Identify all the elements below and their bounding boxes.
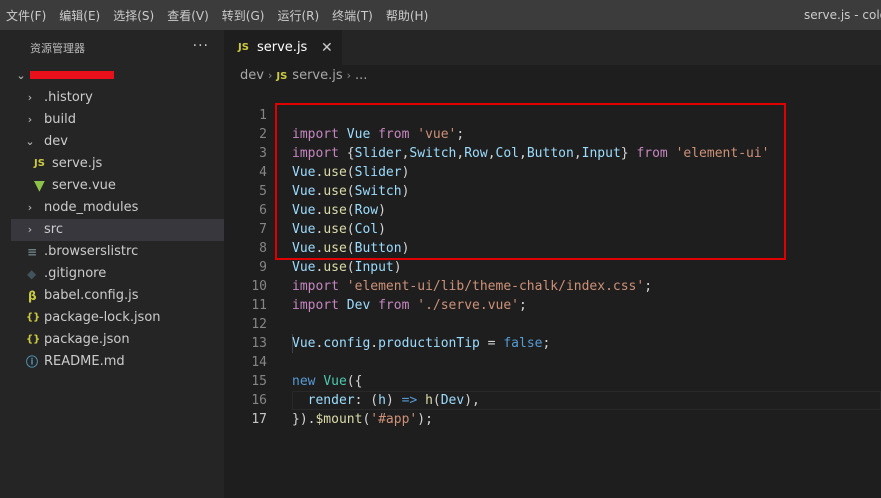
code-line: 17 [224, 391, 881, 427]
tree-item-label: serve.vue [52, 178, 116, 193]
annotation-highlight-box [275, 103, 786, 260]
chevron-right-icon: › [346, 69, 352, 82]
explorer-header: 资源管理器 ··· [11, 30, 224, 65]
tree-item-browserslistrc[interactable]: ≡ .browserslistrc [11, 241, 224, 263]
menu-help[interactable]: 帮助(H) [381, 7, 436, 24]
menu-bar: 文件(F) 编辑(E) 选择(S) 查看(V) 转到(G) 运行(R) 终端(T… [0, 0, 881, 30]
tree-item-label: dev [44, 134, 68, 149]
code-line: 14 new Vue({ [224, 334, 881, 389]
breadcrumb-file[interactable]: serve.js [292, 68, 342, 83]
code-line: 16 }).$mount('#app'); [224, 372, 881, 427]
chevron-right-icon: › [27, 91, 33, 104]
menu-go[interactable]: 转到(G) [217, 7, 273, 24]
tree-item-label: package-lock.json [44, 310, 161, 325]
tree-item-readme[interactable]: ⓘ README.md [11, 351, 224, 373]
code-line: 11 [224, 277, 881, 313]
tree-item-package-lock[interactable]: {} package-lock.json [11, 307, 224, 329]
json-file-icon: {} [26, 334, 41, 345]
menu-run[interactable]: 运行(R) [272, 7, 327, 24]
javascript-file-icon: JS [276, 71, 288, 82]
javascript-file-icon: JS [34, 158, 45, 169]
explorer-sidebar: 资源管理器 ··· ⌄ › .history › build ⌄ dev JS … [0, 30, 224, 498]
code-line: 10 import Dev from './serve.vue'; [224, 258, 881, 313]
code-line: 13 [224, 315, 881, 351]
code-line: 12 Vue.config.productionTip = false; [224, 296, 881, 351]
tree-item-label: babel.config.js [44, 288, 139, 303]
tree-item-src[interactable]: › src [11, 219, 224, 241]
chevron-right-icon: › [27, 201, 33, 214]
more-actions-icon[interactable]: ··· [193, 38, 209, 54]
chevron-right-icon: › [27, 223, 33, 236]
file-tree: ⌄ › .history › build ⌄ dev JS serve.js ▼… [11, 65, 224, 373]
explorer-title: 资源管理器 [30, 41, 85, 55]
menu-file[interactable]: 文件(F) [0, 7, 54, 24]
close-icon[interactable]: ✕ [321, 40, 333, 56]
tree-item-label: build [44, 112, 76, 127]
config-file-icon: ≡ [27, 245, 38, 259]
line-number: 17 [251, 412, 267, 427]
menu-selection[interactable]: 选择(S) [108, 7, 162, 24]
tree-item-serve-vue[interactable]: ▼ serve.vue [11, 175, 224, 197]
tree-item-build[interactable]: › build [11, 109, 224, 131]
menu-view[interactable]: 查看(V) [162, 7, 217, 24]
tree-item-serve-js[interactable]: JS serve.js [11, 153, 224, 175]
breadcrumb-folder[interactable]: dev [240, 68, 264, 83]
tree-item-label: .history [44, 90, 93, 105]
redacted-workspace-name [30, 71, 114, 79]
tree-item-babel-config[interactable]: β babel.config.js [11, 285, 224, 307]
window-title: serve.js - colo [803, 8, 881, 22]
babel-file-icon: β [28, 289, 37, 303]
tree-item-label: README.md [44, 354, 125, 369]
tree-item-history[interactable]: › .history [11, 87, 224, 109]
tree-item-package-json[interactable]: {} package.json [11, 329, 224, 351]
tree-item-label: .gitignore [44, 266, 107, 281]
breadcrumb-symbol[interactable]: ... [355, 68, 367, 83]
chevron-down-icon: ⌄ [16, 69, 26, 82]
chevron-right-icon: › [27, 113, 33, 126]
git-file-icon: ◆ [27, 267, 37, 281]
tab-label: serve.js [257, 40, 308, 55]
json-file-icon: {} [26, 312, 41, 323]
tree-item-label: node_modules [44, 200, 139, 215]
tree-item-dev[interactable]: ⌄ dev [11, 131, 224, 153]
tab-serve-js[interactable]: JS serve.js ✕ [224, 30, 342, 65]
breadcrumb: dev › JS serve.js ›... [240, 65, 367, 87]
menu-terminal[interactable]: 终端(T) [327, 7, 381, 24]
chevron-right-icon: › [267, 69, 273, 82]
tree-item-label: serve.js [52, 156, 103, 171]
chevron-down-icon: ⌄ [25, 135, 35, 148]
tree-item-node-modules[interactable]: › node_modules [11, 197, 224, 219]
tree-item-gitignore[interactable]: ◆ .gitignore [11, 263, 224, 285]
tree-item-label: .browserslistrc [44, 244, 139, 259]
menu-edit[interactable]: 编辑(E) [54, 7, 108, 24]
info-icon: ⓘ [26, 355, 39, 369]
tree-item-label: src [44, 222, 63, 237]
tree-item-label: package.json [44, 332, 130, 347]
vue-file-icon: ▼ [34, 178, 45, 194]
editor-tab-bar: JS serve.js ✕ [224, 30, 881, 65]
javascript-file-icon: JS [238, 42, 249, 53]
code-line: 15 render: (h) => h(Dev), [224, 353, 881, 408]
workspace-root[interactable]: ⌄ [11, 65, 224, 87]
